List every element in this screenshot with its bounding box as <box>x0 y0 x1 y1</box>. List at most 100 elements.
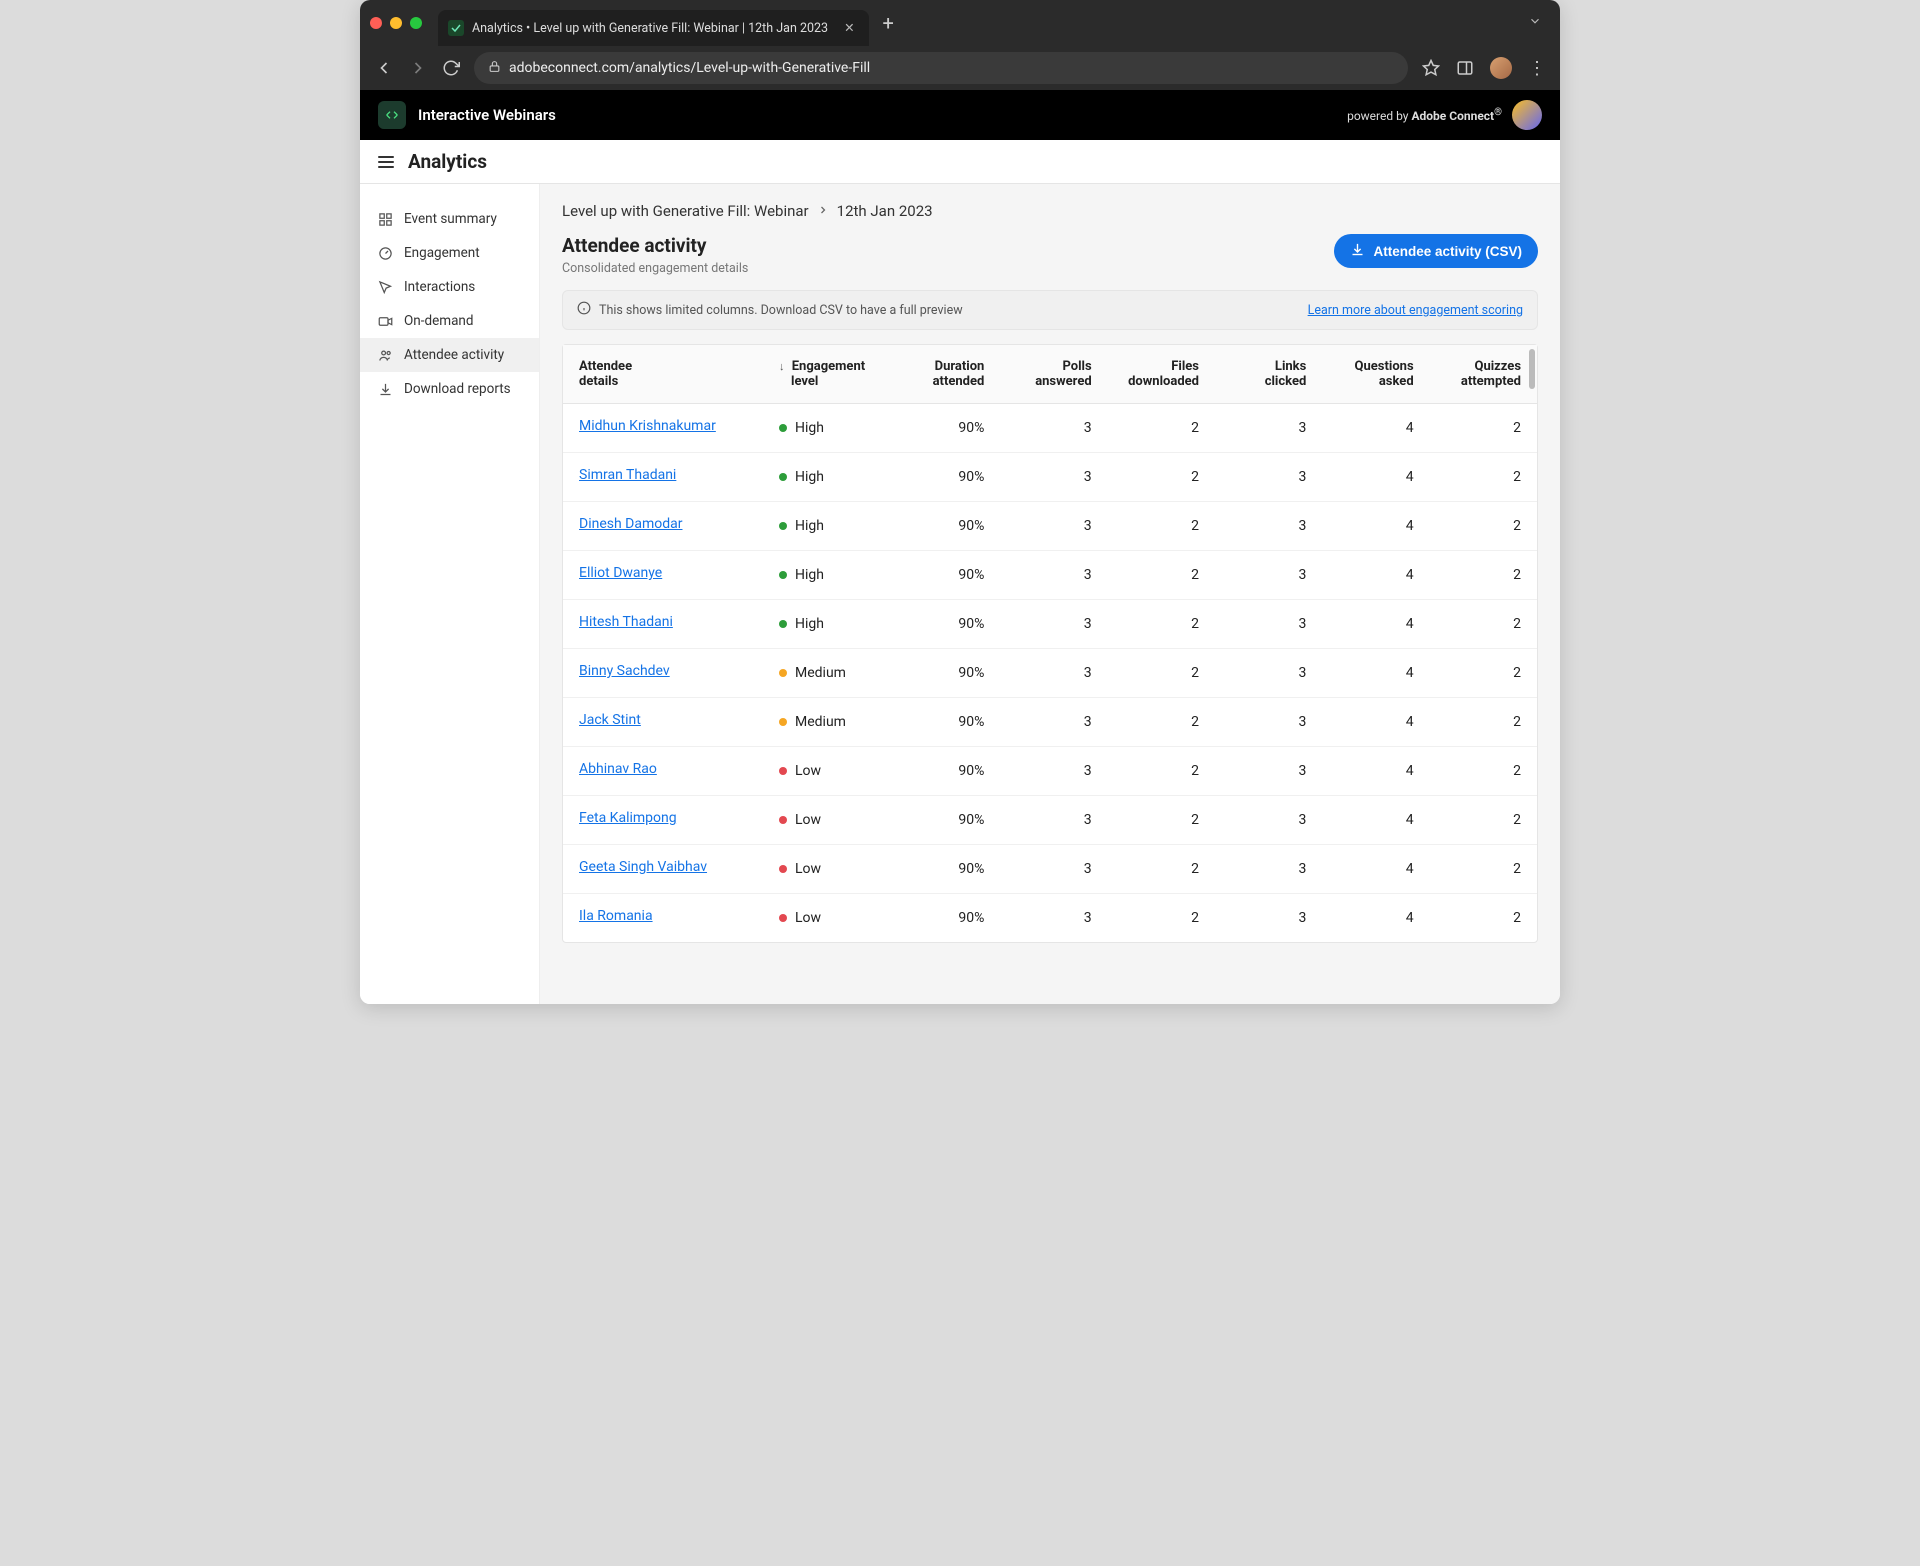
attendee-link[interactable]: Jack Stint <box>579 712 641 728</box>
sidebar-item-attendee-activity[interactable]: Attendee activity <box>360 338 539 372</box>
col-attendee[interactable]: Attendee details <box>563 345 763 404</box>
export-csv-button[interactable]: Attendee activity (CSV) <box>1334 234 1538 268</box>
sidebar-item-engagement[interactable]: Engagement <box>360 236 539 270</box>
sidebar-item-interactions[interactable]: Interactions <box>360 270 539 304</box>
col-engagement[interactable]: ↓ Engagement level <box>763 345 893 404</box>
attendee-link[interactable]: Midhun Krishnakumar <box>579 418 716 434</box>
window-maximize-button[interactable] <box>410 17 422 29</box>
scrollbar[interactable] <box>1529 349 1535 389</box>
browser-titlebar: Analytics • Level up with Generative Fil… <box>360 0 1560 46</box>
cell-duration: 90% <box>893 845 1000 894</box>
col-questions[interactable]: Questions asked <box>1322 345 1429 404</box>
engagement-level: High <box>795 616 824 632</box>
engagement-dot-icon <box>779 669 787 677</box>
cell-questions: 4 <box>1322 894 1429 943</box>
sidebar-item-download-reports[interactable]: Download reports <box>360 372 539 406</box>
powered-by: powered by Adobe Connect® <box>1347 100 1542 130</box>
bookmark-icon[interactable] <box>1422 59 1440 77</box>
cell-polls: 3 <box>1000 894 1107 943</box>
breadcrumb-event[interactable]: Level up with Generative Fill: Webinar <box>562 202 809 220</box>
chevron-right-icon <box>817 202 829 220</box>
cell-questions: 4 <box>1322 551 1429 600</box>
cell-polls: 3 <box>1000 845 1107 894</box>
page-header: Analytics <box>360 140 1560 184</box>
menu-toggle-icon[interactable] <box>378 156 394 168</box>
new-tab-button[interactable]: + <box>883 13 894 33</box>
attendee-link[interactable]: Dinesh Damodar <box>579 516 682 532</box>
sort-desc-icon: ↓ <box>779 360 785 373</box>
more-menu-icon[interactable]: ⋮ <box>1528 58 1546 79</box>
cell-questions: 4 <box>1322 600 1429 649</box>
tabs-overflow-icon[interactable] <box>1528 14 1542 32</box>
gauge-icon <box>378 246 394 261</box>
attendee-link[interactable]: Feta Kalimpong <box>579 810 677 826</box>
cell-duration: 90% <box>893 649 1000 698</box>
table-row: Dinesh DamodarHigh90%32342 <box>563 502 1537 551</box>
close-tab-icon[interactable]: ✕ <box>844 20 854 36</box>
attendee-link[interactable]: Hitesh Thadani <box>579 614 673 630</box>
download-icon <box>378 382 394 397</box>
attendee-link[interactable]: Elliot Dwanye <box>579 565 662 581</box>
table-row: Elliot DwanyeHigh90%32342 <box>563 551 1537 600</box>
app-header: Interactive Webinars powered by Adobe Co… <box>360 90 1560 140</box>
engagement-dot-icon <box>779 767 787 775</box>
col-files[interactable]: Files downloaded <box>1108 345 1215 404</box>
learn-more-link[interactable]: Learn more about engagement scoring <box>1308 303 1523 318</box>
sidebar-item-event-summary[interactable]: Event summary <box>360 202 539 236</box>
section-subtitle: Consolidated engagement details <box>562 261 748 276</box>
panel-icon[interactable] <box>1456 59 1474 77</box>
cursor-icon <box>378 280 394 295</box>
window-minimize-button[interactable] <box>390 17 402 29</box>
sidebar-item-on-demand[interactable]: On-demand <box>360 304 539 338</box>
attendee-link[interactable]: Binny Sachdev <box>579 663 670 679</box>
cell-polls: 3 <box>1000 404 1107 453</box>
browser-toolbar: adobeconnect.com/analytics/Level-up-with… <box>360 46 1560 90</box>
reload-button[interactable] <box>442 59 460 77</box>
cell-links: 3 <box>1215 649 1322 698</box>
engagement-dot-icon <box>779 571 787 579</box>
cell-files: 2 <box>1108 747 1215 796</box>
cell-questions: 4 <box>1322 796 1429 845</box>
cell-questions: 4 <box>1322 453 1429 502</box>
user-avatar[interactable] <box>1512 100 1542 130</box>
attendee-link[interactable]: Geeta Singh Vaibhav <box>579 859 707 875</box>
sidebar-item-label: Engagement <box>404 245 480 261</box>
cell-links: 3 <box>1215 698 1322 747</box>
address-bar[interactable]: adobeconnect.com/analytics/Level-up-with… <box>474 52 1408 84</box>
cell-duration: 90% <box>893 796 1000 845</box>
forward-button[interactable] <box>408 58 428 78</box>
cell-links: 3 <box>1215 747 1322 796</box>
cell-links: 3 <box>1215 453 1322 502</box>
breadcrumb-date: 12th Jan 2023 <box>837 202 933 220</box>
info-banner: This shows limited columns. Download CSV… <box>562 290 1538 330</box>
browser-tab[interactable]: Analytics • Level up with Generative Fil… <box>438 10 869 46</box>
users-icon <box>378 348 394 363</box>
cell-polls: 3 <box>1000 796 1107 845</box>
cell-quizzes: 2 <box>1430 404 1537 453</box>
attendee-link[interactable]: Simran Thadani <box>579 467 676 483</box>
attendee-link[interactable]: Ila Romania <box>579 908 653 924</box>
engagement-level: Medium <box>795 714 846 730</box>
table-row: Midhun KrishnakumarHigh90%32342 <box>563 404 1537 453</box>
col-quizzes[interactable]: Quizzes attempted <box>1430 345 1537 404</box>
profile-avatar[interactable] <box>1490 57 1512 79</box>
favicon <box>448 20 464 36</box>
cell-questions: 4 <box>1322 845 1429 894</box>
cell-links: 3 <box>1215 502 1322 551</box>
back-button[interactable] <box>374 58 394 78</box>
cell-files: 2 <box>1108 698 1215 747</box>
col-links[interactable]: Links clicked <box>1215 345 1322 404</box>
col-duration[interactable]: Duration attended <box>893 345 1000 404</box>
table-row: Feta KalimpongLow90%32342 <box>563 796 1537 845</box>
window-close-button[interactable] <box>370 17 382 29</box>
cell-quizzes: 2 <box>1430 698 1537 747</box>
section-title: Attendee activity <box>562 234 748 257</box>
attendee-link[interactable]: Abhinav Rao <box>579 761 657 777</box>
col-polls[interactable]: Polls answered <box>1000 345 1107 404</box>
sidebar-item-label: Interactions <box>404 279 475 295</box>
cell-quizzes: 2 <box>1430 551 1537 600</box>
cell-questions: 4 <box>1322 404 1429 453</box>
page-title: Analytics <box>408 150 487 173</box>
sidebar-item-label: Attendee activity <box>404 347 504 363</box>
main-content: Level up with Generative Fill: Webinar 1… <box>540 184 1560 1004</box>
